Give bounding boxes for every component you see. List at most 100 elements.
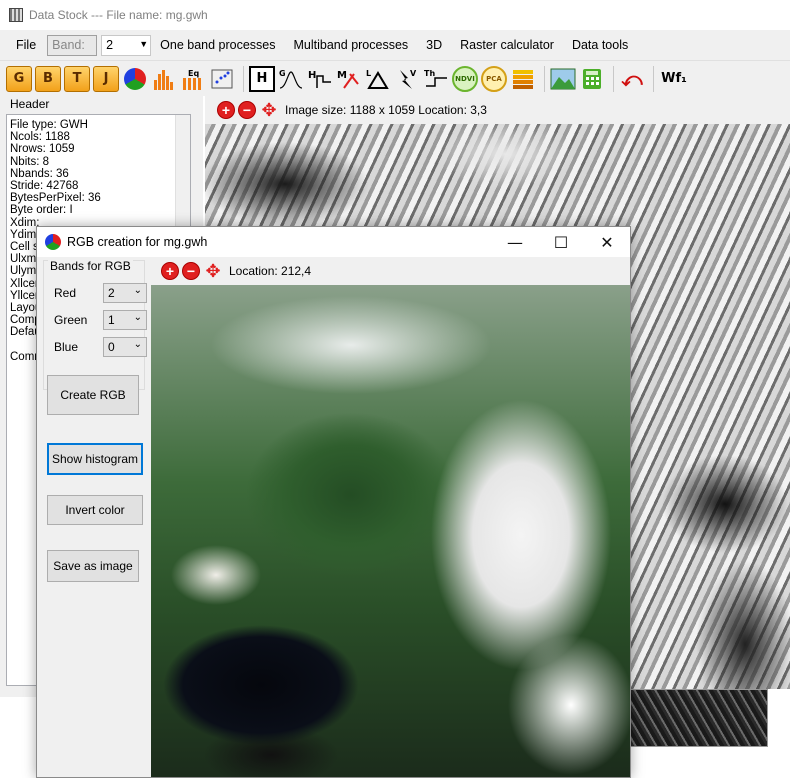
calculator-button[interactable] [579,66,605,92]
landscape-icon [550,68,576,89]
dialog-zoom-in-button[interactable]: + [161,262,179,280]
menu-3d[interactable]: 3D [417,38,451,52]
main-toolbar: G B T J Eq H G H M L V Th NDVI PCA ⤺ Wf₁ [0,60,790,96]
image-toolbar: + − ✥ Image size: 1188 x 1059 Location: … [205,96,790,124]
header-button[interactable]: H [249,65,275,92]
svg-text:M: M [337,70,347,81]
workflow-button[interactable]: Wf₁ [659,66,689,92]
dialog-title-bar: RGB creation for mg.gwh — ☐ ✕ [37,227,630,257]
image-thumbnail-strip [630,689,768,747]
dialog-pan-button[interactable]: ✥ [203,261,223,281]
move-arrows-icon: ✥ [205,261,221,281]
blue-band-select[interactable]: 0 ⌄ [103,337,147,357]
close-icon: ✕ [600,232,614,252]
show-histogram-button[interactable]: Show histogram [47,443,143,475]
zoom-out-button[interactable]: − [238,101,256,119]
band-select[interactable]: 2 ▼ [101,34,152,56]
histogram-icon [154,69,173,90]
red-band-value: 2 [108,286,115,300]
gaussian-button[interactable]: G [278,66,304,92]
j-button[interactable]: J [93,65,119,92]
legend-icon [513,69,533,89]
zoom-in-button[interactable]: + [217,101,235,119]
invert-color-button[interactable]: Invert color [47,495,143,525]
close-button[interactable]: ✕ [584,227,630,257]
minus-icon: − [186,263,196,279]
legend-button[interactable] [510,66,536,92]
rgb-pie-button[interactable] [122,66,148,92]
move-arrows-icon: ✥ [261,100,277,120]
image-info: Image size: 1188 x 1059 Location: 3,3 [285,103,487,117]
svg-text:L: L [366,69,371,78]
rgb-preview-image[interactable] [151,285,630,777]
menu-raster-calculator[interactable]: Raster calculator [451,38,563,52]
dialog-zoom-out-button[interactable]: − [182,262,200,280]
histogram-button[interactable] [151,66,177,92]
pca-button[interactable]: PCA [481,65,507,92]
b-button[interactable]: B [35,65,61,92]
high-pass-button[interactable]: H [307,66,333,92]
svg-text:G: G [279,69,286,78]
chevron-down-icon: ▼ [139,38,149,49]
menu-one-band-processes[interactable]: One band processes [151,38,284,52]
laplacian-button[interactable]: L [365,66,391,92]
header-line: Ncols: 1188 [10,131,70,144]
equalize-button[interactable]: Eq [180,66,206,92]
plus-icon: + [221,102,231,118]
dialog-location: Location: 212,4 [229,264,312,278]
vector-button[interactable]: V [394,66,420,92]
minus-icon: − [242,102,252,118]
scatter-plot-icon [211,69,233,88]
green-label: Green [54,313,88,327]
threshold-button[interactable]: Th [423,66,449,92]
save-as-image-button[interactable]: Save as image [47,550,139,582]
high-pass-icon: H [308,70,331,88]
toolbar-separator-4 [653,65,654,92]
t-button[interactable]: T [64,65,90,92]
minimize-button[interactable]: — [492,227,538,257]
calculator-icon [583,68,601,89]
maximize-button[interactable]: ☐ [538,227,584,257]
dialog-title: RGB creation for mg.gwh [67,235,208,249]
minimize-icon: — [507,232,523,252]
blue-band-value: 0 [108,340,115,354]
ndvi-button[interactable]: NDVI [452,65,478,92]
gaussian-icon: G [279,69,303,89]
bands-group-title: Bands for RGB [48,259,133,273]
svg-text:Th: Th [424,69,435,78]
menu-multiband-processes[interactable]: Multiband processes [285,38,418,52]
header-line: Byte order: I [10,204,73,217]
menu-data-tools[interactable]: Data tools [563,38,637,52]
rgb-creation-dialog: RGB creation for mg.gwh — ☐ ✕ Bands for … [36,226,631,778]
svg-text:Eq: Eq [188,69,199,78]
landscape-button[interactable] [550,66,576,92]
app-icon [9,8,23,22]
header-line: Nbits: 8 [10,155,49,168]
green-band-select[interactable]: 1 ⌄ [103,310,147,330]
threshold-icon: Th [424,69,447,87]
median-icon: M [337,70,359,89]
menu-file[interactable]: File [0,38,45,52]
maximize-icon: ☐ [553,232,569,252]
rgb-pie-icon [45,234,61,250]
toolbar-separator [243,65,244,92]
blue-label: Blue [54,340,79,354]
red-band-select[interactable]: 2 ⌄ [103,283,147,303]
header-line: File type: GWH [10,119,88,131]
pan-button[interactable]: ✥ [259,100,279,120]
undo-button[interactable]: ⤺ [619,66,645,92]
band-select-value: 2 [106,37,114,52]
dialog-image-toolbar: + − ✥ Location: 212,4 [151,257,630,285]
g-button[interactable]: G [6,65,32,92]
menu-bar: File Band: 2 ▼ One band processes Multib… [0,30,790,60]
header-line: Nbands: 36 [10,167,69,180]
median-button[interactable]: M [336,66,362,92]
header-line: BytesPerPixel: 36 [10,192,101,205]
scatter-plot-button[interactable] [209,66,235,92]
chevron-down-icon: ⌄ [133,339,142,350]
create-rgb-button[interactable]: Create RGB [47,375,139,415]
rgb-pie-icon [124,67,146,90]
toolbar-separator-3 [613,65,614,92]
header-line: Nrows: 1059 [10,143,75,156]
laplacian-icon: L [366,69,389,89]
